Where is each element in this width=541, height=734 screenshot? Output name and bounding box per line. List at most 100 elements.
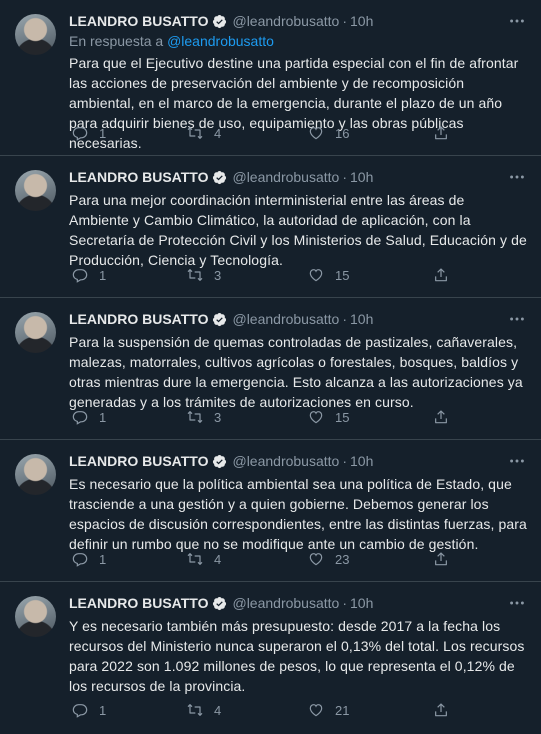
reply-count: 1 <box>99 702 107 718</box>
reply-button[interactable]: 1 <box>72 409 106 425</box>
retweet-icon <box>187 127 203 139</box>
tweet-content: LEANDRO BUSATTO @leandrobusatto · 10h Y … <box>69 593 527 696</box>
share-button[interactable] <box>433 409 449 425</box>
author-handle[interactable]: @leandrobusatto <box>232 13 339 29</box>
reply-icon <box>72 269 88 283</box>
avatar[interactable] <box>15 170 56 211</box>
like-count: 16 <box>335 125 350 141</box>
retweet-count: 4 <box>214 702 222 718</box>
like-button[interactable]: 15 <box>308 267 349 283</box>
tweet-actions: 1 3 15 <box>69 409 541 429</box>
share-button[interactable] <box>433 267 449 283</box>
author-name[interactable]: LEANDRO BUSATTO <box>69 453 208 469</box>
share-button[interactable] <box>433 702 449 718</box>
retweet-button[interactable]: 4 <box>187 125 221 141</box>
tweet-header: LEANDRO BUSATTO @leandrobusatto · 10h <box>69 451 527 471</box>
tweet-header: LEANDRO BUSATTO @leandrobusatto · 10h <box>69 167 527 187</box>
tweet-actions: 1 3 15 <box>69 267 541 287</box>
author-handle[interactable]: @leandrobusatto <box>232 453 339 469</box>
retweet-icon <box>187 704 203 716</box>
retweet-button[interactable]: 4 <box>187 702 221 718</box>
reply-count: 1 <box>99 551 107 567</box>
reply-button[interactable]: 1 <box>72 267 106 283</box>
share-button[interactable] <box>433 125 449 141</box>
reply-icon <box>72 127 88 141</box>
more-options-icon[interactable] <box>507 593 527 613</box>
tweet[interactable]: LEANDRO BUSATTO @leandrobusatto · 10h Es… <box>0 440 541 582</box>
more-options-icon[interactable] <box>507 309 527 329</box>
reply-icon <box>72 704 88 718</box>
author-name[interactable]: LEANDRO BUSATTO <box>69 13 208 29</box>
tweet-feed: LEANDRO BUSATTO @leandrobusatto · 10h En… <box>0 0 541 732</box>
author-name[interactable]: LEANDRO BUSATTO <box>69 169 208 185</box>
like-button[interactable]: 21 <box>308 702 349 718</box>
retweet-count: 3 <box>214 409 222 425</box>
share-icon <box>435 703 447 717</box>
timestamp[interactable]: 10h <box>350 13 373 29</box>
tweet-content: LEANDRO BUSATTO @leandrobusatto · 10h Es… <box>69 451 527 554</box>
tweet[interactable]: LEANDRO BUSATTO @leandrobusatto · 10h Y … <box>0 582 541 732</box>
tweet-text: Es necesario que la política ambiental s… <box>69 476 527 552</box>
tweet-header: LEANDRO BUSATTO @leandrobusatto · 10h <box>69 593 527 613</box>
separator-dot: · <box>342 311 347 327</box>
author-name[interactable]: LEANDRO BUSATTO <box>69 595 208 611</box>
verified-badge-icon <box>212 14 227 29</box>
reply-count: 1 <box>99 409 107 425</box>
retweet-button[interactable]: 3 <box>187 409 221 425</box>
reply-button[interactable]: 1 <box>72 125 106 141</box>
verified-badge-icon <box>212 170 227 185</box>
timestamp[interactable]: 10h <box>350 311 373 327</box>
share-button[interactable] <box>433 551 449 567</box>
more-options-icon[interactable] <box>507 167 527 187</box>
more-options-icon[interactable] <box>507 451 527 471</box>
avatar[interactable] <box>15 596 56 637</box>
like-button[interactable]: 16 <box>308 125 349 141</box>
tweet-actions: 1 4 23 <box>69 551 541 571</box>
tweet-text: Para la suspensión de quemas controladas… <box>69 334 523 410</box>
reply-context: En respuesta a @leandrobusatto <box>69 32 527 50</box>
reply-prefix: En respuesta a <box>69 33 164 49</box>
author-handle[interactable]: @leandrobusatto <box>232 169 339 185</box>
like-count: 21 <box>335 702 350 718</box>
author-name[interactable]: LEANDRO BUSATTO <box>69 311 208 327</box>
verified-badge-icon <box>212 454 227 469</box>
heart-icon <box>309 127 323 140</box>
tweet[interactable]: LEANDRO BUSATTO @leandrobusatto · 10h Pa… <box>0 298 541 440</box>
reply-button[interactable]: 1 <box>72 551 106 567</box>
reply-handle-link[interactable]: @leandrobusatto <box>167 33 274 49</box>
like-button[interactable]: 15 <box>308 409 349 425</box>
heart-icon <box>309 269 323 282</box>
separator-dot: · <box>342 453 347 469</box>
timestamp[interactable]: 10h <box>350 453 373 469</box>
retweet-button[interactable]: 4 <box>187 551 221 567</box>
retweet-count: 4 <box>214 551 222 567</box>
author-handle[interactable]: @leandrobusatto <box>232 595 339 611</box>
tweet-content: LEANDRO BUSATTO @leandrobusatto · 10h Pa… <box>69 167 527 270</box>
like-count: 15 <box>335 409 350 425</box>
separator-dot: · <box>342 595 347 611</box>
reply-icon <box>72 411 88 425</box>
heart-icon <box>309 704 323 717</box>
tweet[interactable]: LEANDRO BUSATTO @leandrobusatto · 10h Pa… <box>0 156 541 298</box>
tweet-header: LEANDRO BUSATTO @leandrobusatto · 10h <box>69 11 527 31</box>
timestamp[interactable]: 10h <box>350 169 373 185</box>
retweet-button[interactable]: 3 <box>187 267 221 283</box>
author-handle[interactable]: @leandrobusatto <box>232 311 339 327</box>
avatar[interactable] <box>15 312 56 353</box>
more-options-icon[interactable] <box>507 11 527 31</box>
separator-dot: · <box>342 13 347 29</box>
tweet-text: Y es necesario también más presupuesto: … <box>69 618 525 694</box>
avatar[interactable] <box>15 14 56 55</box>
timestamp[interactable]: 10h <box>350 595 373 611</box>
verified-badge-icon <box>212 596 227 611</box>
tweet-actions: 1 4 16 <box>69 125 541 145</box>
avatar[interactable] <box>15 454 56 495</box>
tweet-header: LEANDRO BUSATTO @leandrobusatto · 10h <box>69 309 527 329</box>
retweet-count: 4 <box>214 125 222 141</box>
like-button[interactable]: 23 <box>308 551 349 567</box>
reply-count: 1 <box>99 267 107 283</box>
like-count: 23 <box>335 551 350 567</box>
share-icon <box>435 268 447 282</box>
tweet[interactable]: LEANDRO BUSATTO @leandrobusatto · 10h En… <box>0 0 541 156</box>
reply-button[interactable]: 1 <box>72 702 106 718</box>
